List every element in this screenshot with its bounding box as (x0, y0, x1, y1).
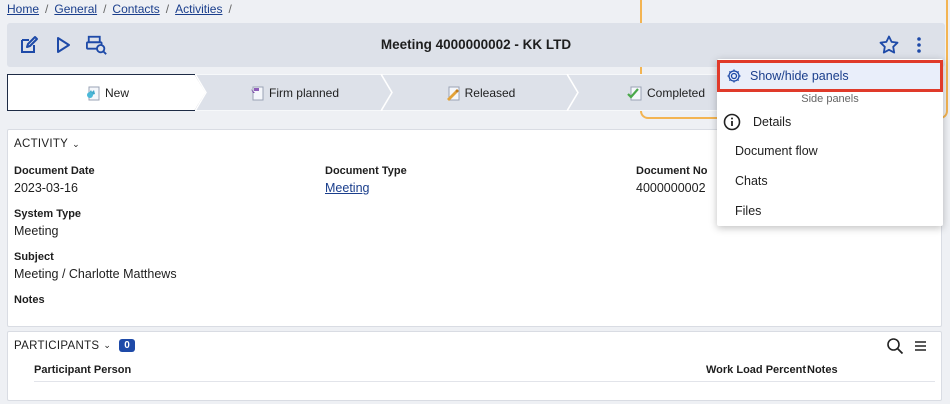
info-icon (723, 113, 741, 131)
col-notes[interactable]: Notes (807, 364, 838, 376)
step-label: Firm planned (268, 85, 340, 100)
menu-item-details[interactable]: Details (723, 113, 791, 131)
step-label: New (104, 85, 129, 100)
participants-panel: PARTICIPANTS ⌄ 0 Participant Person Work… (7, 331, 942, 401)
step-label: Released (464, 85, 516, 100)
show-hide-panels-item[interactable]: Show/hide panels (717, 60, 943, 92)
chevron-down-icon: ⌄ (72, 138, 80, 149)
step-new[interactable]: New (7, 74, 207, 111)
star-icon[interactable] (878, 34, 900, 56)
menu-item-label: Chats (735, 174, 768, 188)
system-type-value: Meeting (14, 224, 59, 238)
completed-icon (627, 85, 643, 101)
chevron-down-icon: ⌄ (103, 340, 112, 350)
show-hide-panels-label: Show/hide panels (750, 69, 849, 83)
step-released[interactable]: Released (381, 74, 579, 111)
document-date-value: 2023-03-16 (14, 181, 78, 195)
col-work-load-percent[interactable]: Work Load Percent (706, 364, 806, 376)
page-title: Meeting 4000000002 - KK LTD (380, 37, 572, 52)
subject-label: Subject (14, 251, 54, 263)
participants-count-badge: 0 (119, 339, 136, 352)
new-status-icon (85, 85, 101, 101)
menu-item-files[interactable]: Files (735, 204, 761, 218)
menu-item-document-flow[interactable]: Document flow (735, 144, 818, 158)
table-divider (34, 381, 935, 382)
col-participant-person[interactable]: Participant Person (34, 364, 131, 376)
document-no-value: 4000000002 (636, 181, 706, 195)
step-firm-planned[interactable]: Firm planned (195, 74, 393, 111)
document-type-link[interactable]: Meeting (325, 181, 369, 195)
breadcrumb-home[interactable]: Home (7, 2, 39, 16)
side-panels-subheading: Side panels (801, 93, 859, 105)
system-type-label: System Type (14, 208, 82, 220)
breadcrumb-contacts[interactable]: Contacts (112, 2, 159, 16)
more-menu: Show/hide panels Side panels Details Doc… (717, 59, 943, 226)
gear-icon (726, 68, 742, 84)
participants-header: PARTICIPANTS (14, 339, 100, 352)
notes-label: Notes (14, 294, 45, 306)
step-label: Completed (646, 85, 706, 100)
activity-section-toggle[interactable]: ACTIVITY ⌄ (14, 138, 80, 150)
menu-item-label: Details (753, 115, 792, 129)
breadcrumb: Home / General / Contacts / Activities / (7, 2, 232, 16)
released-icon (445, 85, 461, 101)
participants-section-toggle[interactable]: PARTICIPANTS ⌄ 0 (14, 339, 136, 352)
menu-item-label: Files (735, 204, 762, 218)
document-date-label: Document Date (14, 165, 95, 177)
menu-lines-icon[interactable] (914, 340, 928, 355)
document-type-label: Document Type (325, 165, 407, 177)
firm-planned-icon (249, 85, 265, 101)
menu-item-chats[interactable]: Chats (735, 174, 768, 188)
subject-value: Meeting / Charlotte Matthews (14, 267, 177, 281)
menu-item-label: Document flow (735, 144, 818, 158)
activity-header: ACTIVITY (14, 138, 69, 150)
breadcrumb-general[interactable]: General (54, 2, 97, 16)
document-no-label: Document No (636, 165, 708, 177)
breadcrumb-activities[interactable]: Activities (175, 2, 222, 16)
more-icon[interactable] (908, 34, 930, 56)
search-icon[interactable] (886, 337, 904, 358)
